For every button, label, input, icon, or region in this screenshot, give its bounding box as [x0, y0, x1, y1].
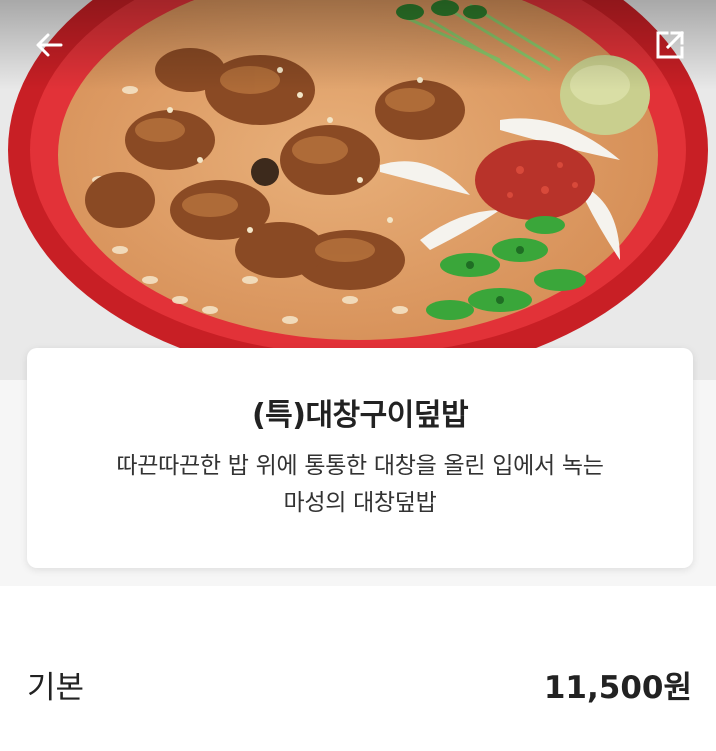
food-photo — [0, 0, 716, 380]
menu-description-line: 마성의 대창덮밥 — [283, 490, 437, 516]
arrow-left-icon — [36, 33, 63, 57]
price-row[interactable]: 기본 11,500원 — [0, 586, 716, 751]
menu-description: 따끈따끈한 밥 위에 통통한 대창을 올린 입에서 녹는 마성의 대창덮밥 — [57, 448, 663, 522]
share-button[interactable] — [650, 25, 690, 65]
hero-image — [0, 0, 716, 380]
menu-title: (특)대창구이덮밥 — [251, 398, 469, 433]
menu-info-card: (특)대창구이덮밥 따끈따끈한 밥 위에 통통한 대창을 올린 입에서 녹는 마… — [27, 348, 693, 568]
back-button[interactable] — [29, 25, 69, 65]
menu-description-line: 따끈따끈한 밥 위에 통통한 대창을 올린 입에서 녹는 — [116, 453, 604, 479]
share-external-icon — [656, 30, 685, 59]
price-label: 기본 — [27, 670, 85, 706]
price-value: 11,500원 — [543, 670, 692, 706]
